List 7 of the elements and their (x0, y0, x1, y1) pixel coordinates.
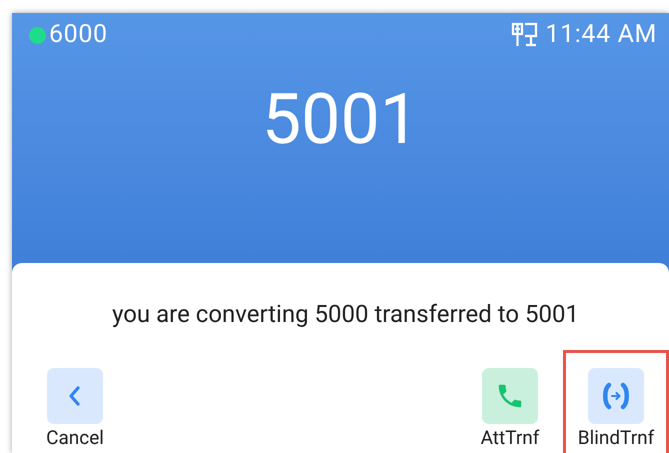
transfer-message: you are converting 5000 transferred to 5001 (111, 299, 580, 330)
clock-time: 11:44 AM (545, 19, 657, 52)
account-number: 6000 (49, 19, 108, 52)
call-number: 5001 (260, 85, 420, 155)
action-button[interactable]: BlindTrnf (578, 368, 654, 453)
call-transfer-icon (600, 381, 632, 411)
network-icon (511, 22, 540, 48)
